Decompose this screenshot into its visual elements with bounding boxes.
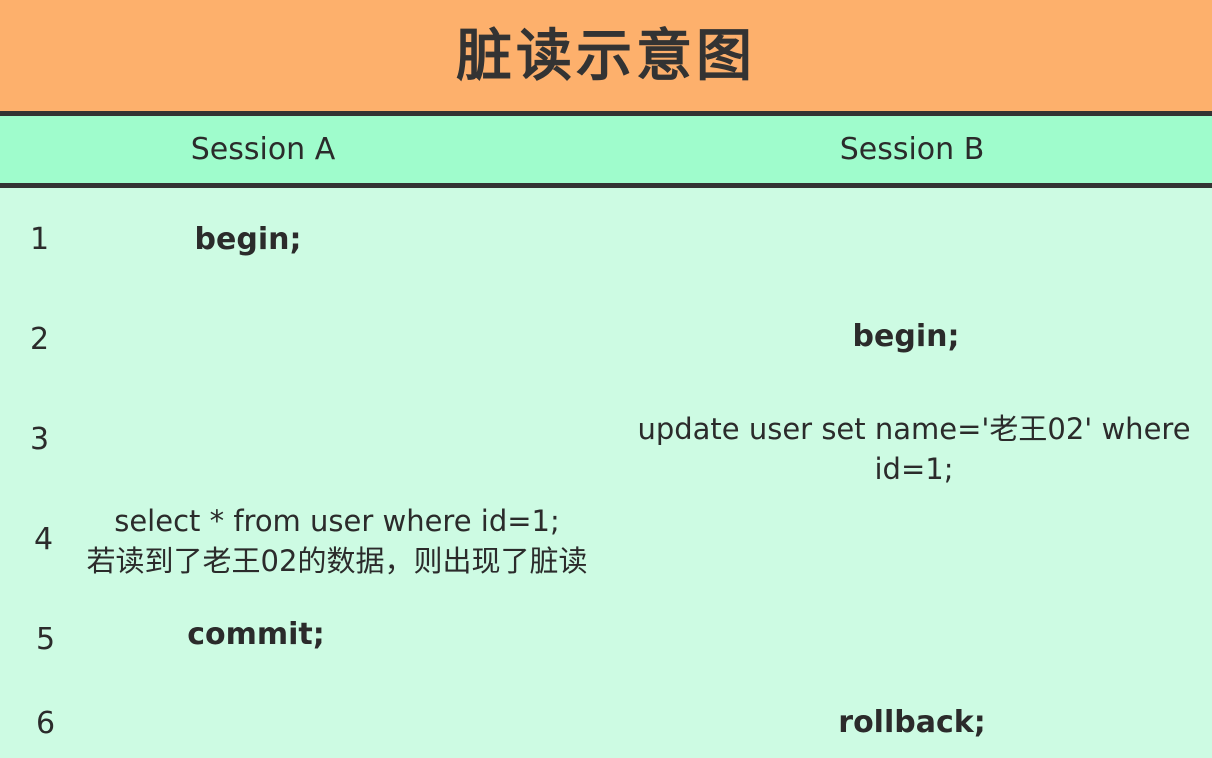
title-bar: 脏读示意图	[0, 0, 1212, 116]
diagram-title: 脏读示意图	[456, 24, 756, 89]
row-number-2: 2	[30, 322, 50, 357]
row-3-session-b-line2: id=1;	[874, 452, 954, 486]
row-4-session-a-line2: 若读到了老王02的数据，则出现了脏读	[86, 544, 588, 578]
column-header-session-a: Session A	[190, 132, 336, 167]
column-header-session-b: Session B	[839, 132, 985, 167]
row-6-session-b: rollback;	[838, 705, 986, 740]
row-1-session-a: begin;	[194, 222, 302, 257]
row-3-session-b-line1: update user set name='老王02' where	[637, 412, 1191, 446]
column-header-bar: Session A Session B	[0, 116, 1212, 188]
row-4-session-a-line1: select * from user where id=1;	[114, 504, 560, 538]
row-number-3: 3	[30, 422, 50, 457]
row-number-1: 1	[30, 222, 50, 257]
row-2-session-b: begin;	[852, 319, 960, 354]
row-number-6: 6	[36, 706, 56, 741]
row-5-session-a: commit;	[187, 617, 325, 652]
